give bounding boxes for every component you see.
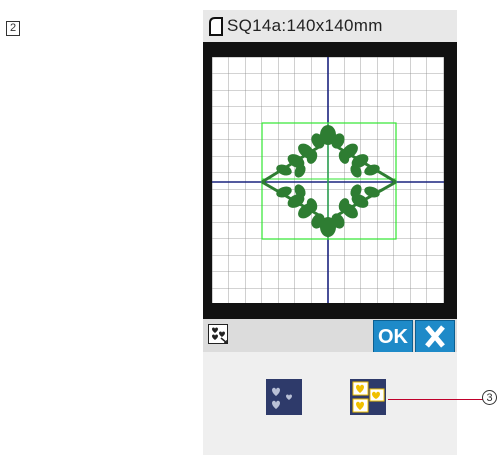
machine-screen: SQ14a:140x140mm OK bbox=[203, 10, 457, 455]
toolbar: OK bbox=[203, 319, 457, 353]
canvas-svg bbox=[212, 57, 444, 303]
single-hearts-icon bbox=[272, 387, 292, 409]
cancel-button[interactable] bbox=[415, 320, 455, 353]
canvas-frame bbox=[203, 42, 457, 319]
embroidery-canvas[interactable] bbox=[212, 57, 444, 303]
multi-hearts-button[interactable] bbox=[350, 379, 386, 415]
single-hearts-button[interactable] bbox=[266, 379, 302, 415]
multi-hearts-icon bbox=[352, 381, 385, 413]
callout-number: 3 bbox=[482, 390, 497, 405]
design-select-icon[interactable] bbox=[208, 324, 228, 344]
ok-button[interactable]: OK bbox=[373, 320, 413, 353]
hoop-icon bbox=[208, 17, 224, 41]
hoop-size-title: SQ14a:140x140mm bbox=[227, 16, 383, 35]
pattern-options-panel bbox=[203, 352, 457, 455]
close-icon bbox=[425, 325, 445, 348]
title-bar: SQ14a:140x140mm bbox=[203, 10, 457, 42]
callout-line bbox=[388, 399, 486, 400]
step-number: 2 bbox=[6, 21, 20, 36]
